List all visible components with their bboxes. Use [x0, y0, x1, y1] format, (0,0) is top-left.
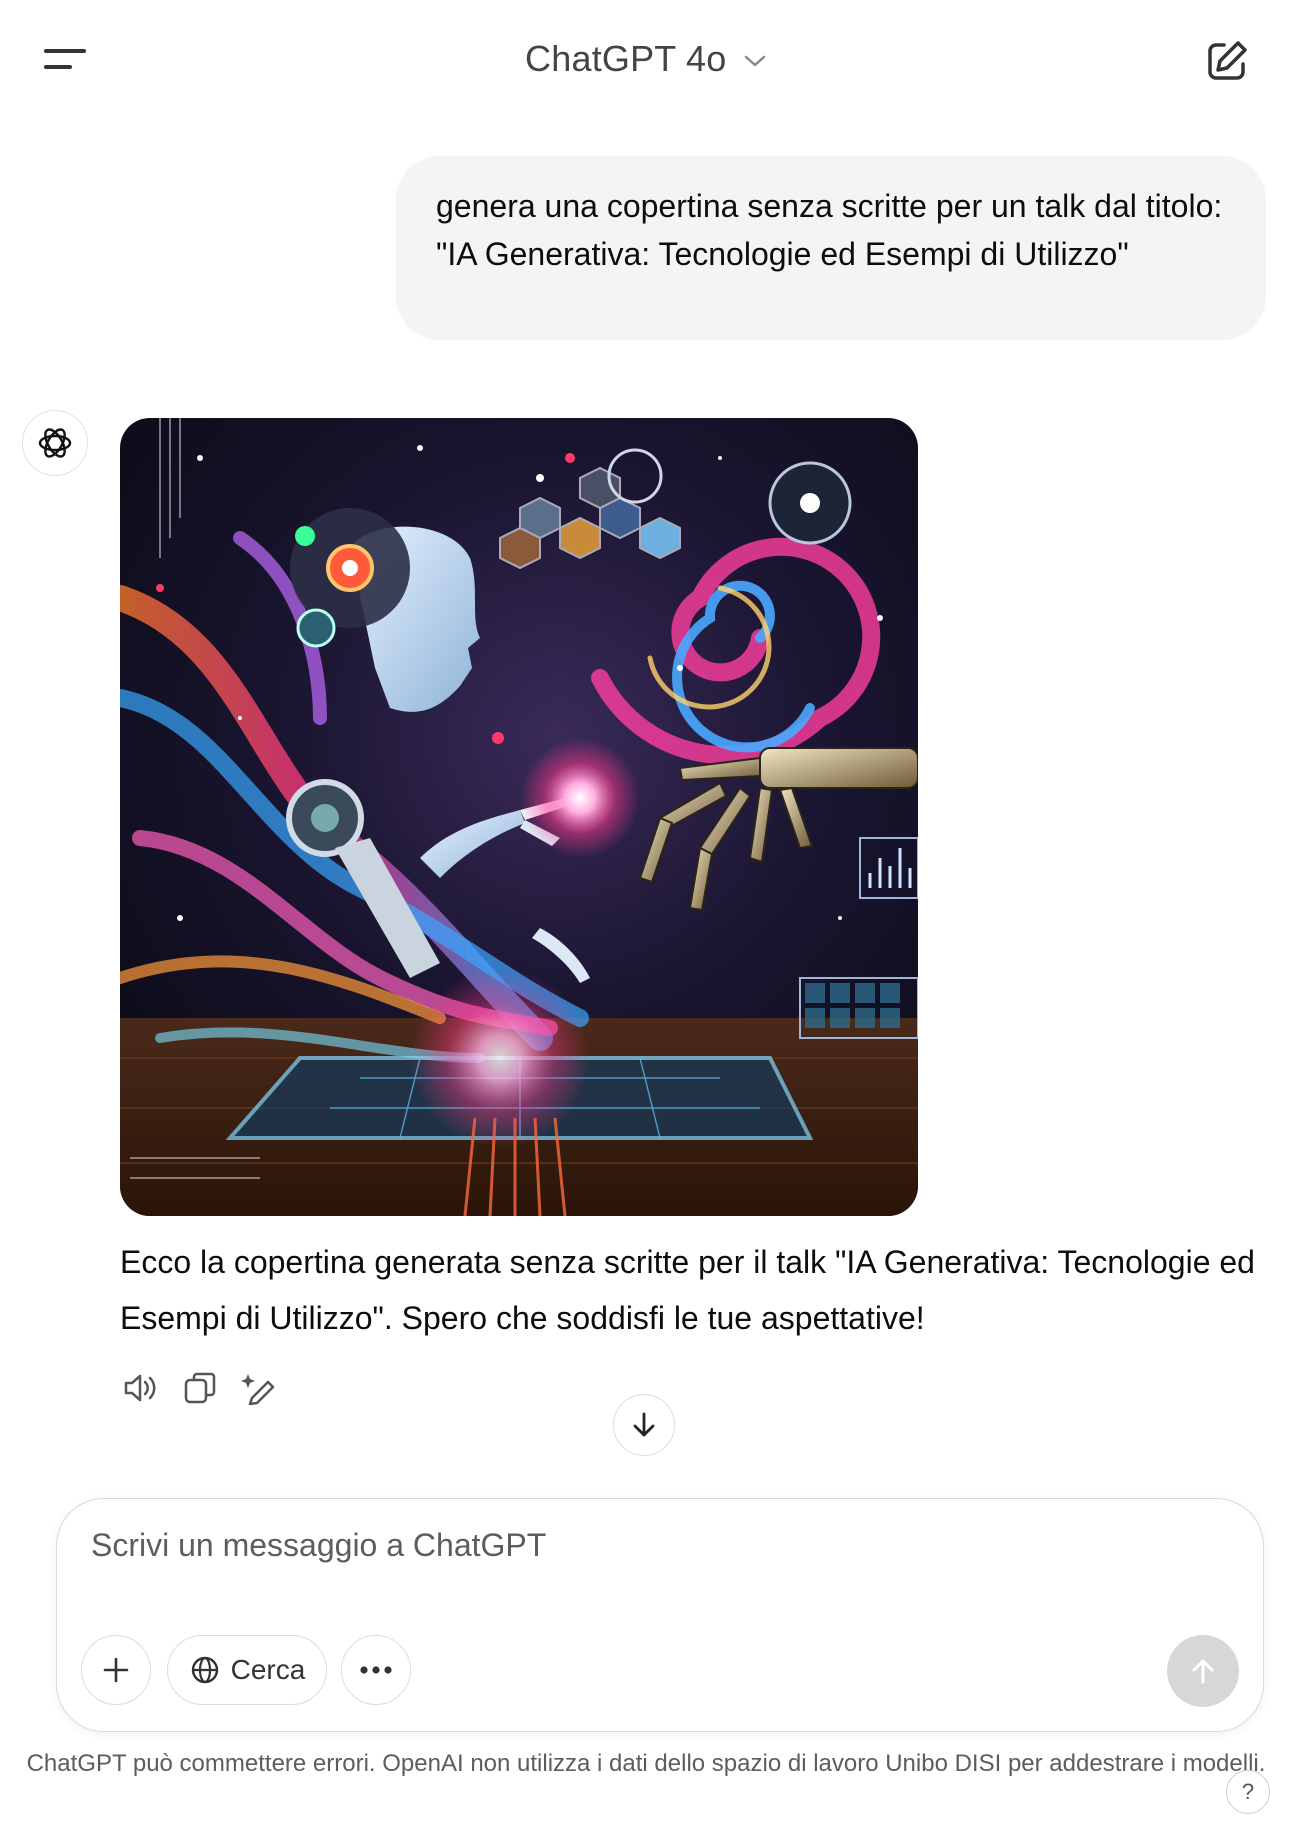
model-title: ChatGPT 4o — [525, 38, 727, 79]
message-composer[interactable]: Scrivi un messaggio a ChatGPT Cerca — [56, 1498, 1264, 1732]
message-input[interactable]: Scrivi un messaggio a ChatGPT — [91, 1527, 546, 1564]
more-dots-icon — [360, 1666, 392, 1674]
chatgpt-logo-icon — [22, 410, 88, 476]
chevron-down-icon — [743, 53, 767, 74]
search-button[interactable]: Cerca — [167, 1635, 327, 1705]
model-selector[interactable]: ChatGPT 4o — [0, 38, 1292, 80]
copy-icon[interactable] — [180, 1368, 220, 1408]
arrow-down-icon — [633, 1412, 655, 1437]
more-tools-button[interactable] — [341, 1635, 411, 1705]
new-chat-edit-icon[interactable] — [1202, 36, 1252, 86]
attach-button[interactable] — [81, 1635, 151, 1705]
top-bar: ChatGPT 4o — [0, 0, 1292, 120]
scroll-down-button[interactable] — [613, 1394, 675, 1456]
edit-image-icon[interactable] — [240, 1368, 280, 1408]
help-button[interactable]: ? — [1226, 1770, 1270, 1814]
send-button[interactable] — [1167, 1635, 1239, 1707]
assistant-message: Ecco la copertina generata senza scritte… — [120, 1244, 1255, 1336]
globe-icon — [191, 1656, 218, 1684]
generated-cover-image[interactable] — [120, 418, 918, 1216]
read-aloud-icon[interactable] — [120, 1368, 160, 1408]
arrow-up-icon — [1192, 1659, 1214, 1684]
user-message-bubble: genera una copertina senza scritte per u… — [396, 156, 1266, 340]
disclaimer: ChatGPT può commettere errori. OpenAI no… — [26, 1750, 1266, 1777]
search-label: Cerca — [230, 1654, 306, 1685]
plus-icon — [103, 1657, 129, 1683]
